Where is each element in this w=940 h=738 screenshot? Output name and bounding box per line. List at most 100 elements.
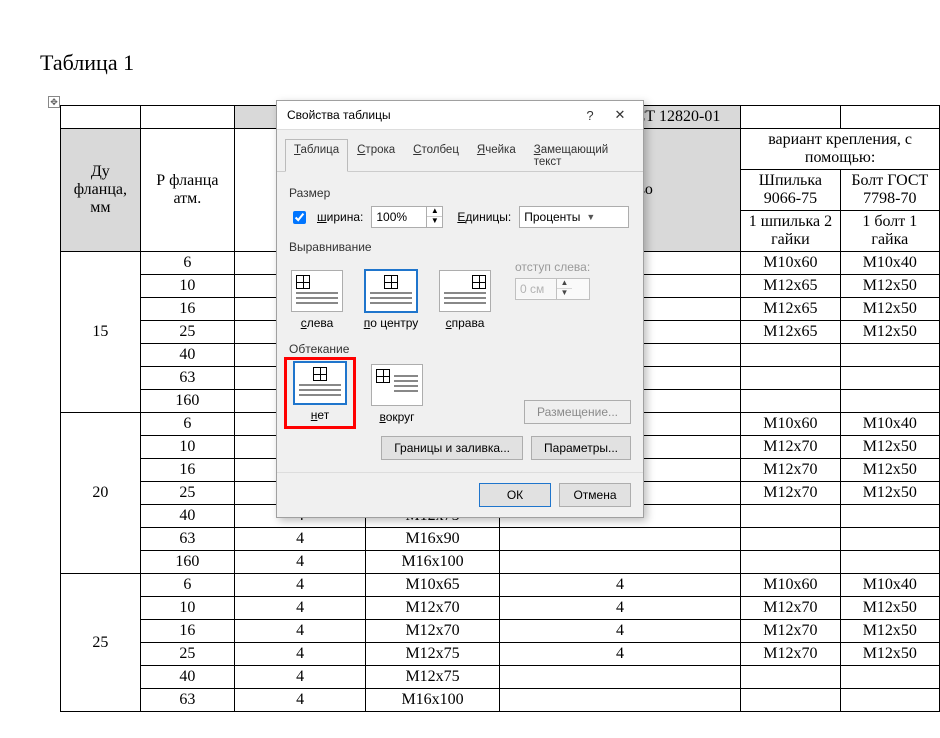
align-center-label: по центру — [364, 316, 419, 330]
data-cell: М12х65 — [741, 275, 840, 298]
units-value: Проценты — [524, 210, 580, 224]
data-cell — [741, 666, 840, 689]
du-cell: 20 — [61, 413, 141, 574]
borders-shading-button[interactable]: Границы и заливка... — [381, 436, 523, 460]
table-properties-dialog: Свойства таблицы ? ✕ Таблица Строка Стол… — [276, 100, 644, 518]
data-cell: 4 — [235, 620, 366, 643]
data-cell — [840, 390, 939, 413]
du-cell: 15 — [61, 252, 141, 413]
align-left-option[interactable] — [291, 270, 343, 312]
data-cell: 10 — [140, 275, 234, 298]
data-cell: 6 — [140, 574, 234, 597]
data-cell: 160 — [140, 390, 234, 413]
data-cell — [499, 551, 740, 574]
spin-down-icon[interactable]: ▼ — [427, 217, 442, 227]
data-cell: 4 — [499, 620, 740, 643]
tab-column[interactable]: Столбец — [404, 139, 468, 172]
dialog-titlebar[interactable]: Свойства таблицы ? ✕ — [277, 101, 643, 130]
chevron-down-icon: ▼ — [586, 212, 624, 222]
data-cell: М12х75 — [366, 666, 500, 689]
data-cell: 6 — [140, 413, 234, 436]
data-cell: 4 — [235, 551, 366, 574]
placement-button: Размещение... — [524, 400, 631, 424]
data-cell: 25 — [140, 482, 234, 505]
data-cell: М12х70 — [741, 620, 840, 643]
data-cell: М12х50 — [840, 597, 939, 620]
data-cell — [840, 344, 939, 367]
data-cell: 63 — [140, 528, 234, 551]
data-cell: М12х70 — [366, 597, 500, 620]
wrap-around-option[interactable] — [371, 364, 423, 406]
tab-cell[interactable]: Ячейка — [468, 139, 525, 172]
wrap-around-label: вокруг — [379, 410, 414, 424]
data-cell: М16х90 — [366, 528, 500, 551]
tab-alt-text[interactable]: Замещающий текст — [525, 139, 635, 172]
data-cell: 10 — [140, 436, 234, 459]
align-right-label: справа — [446, 316, 485, 330]
data-cell — [840, 666, 939, 689]
data-cell: 16 — [140, 298, 234, 321]
align-group-label: Выравнивание — [289, 240, 631, 254]
indent-label: отступ слева: — [515, 260, 590, 274]
data-cell: М12х70 — [741, 482, 840, 505]
align-left-label: слева — [301, 316, 334, 330]
data-cell: М12х70 — [741, 459, 840, 482]
data-cell: 40 — [140, 505, 234, 528]
data-cell: 16 — [140, 459, 234, 482]
data-cell — [840, 551, 939, 574]
data-cell: М12х50 — [840, 620, 939, 643]
hdr-p: Р фланца атм. — [140, 129, 234, 252]
indent-spinner: ▲▼ — [515, 278, 590, 300]
table-anchor-icon[interactable]: ✥ — [48, 96, 60, 108]
align-center-option[interactable] — [365, 270, 417, 312]
data-cell: 4 — [235, 597, 366, 620]
data-cell: М16х100 — [366, 551, 500, 574]
width-input[interactable] — [372, 208, 426, 226]
close-button[interactable]: ✕ — [605, 107, 635, 123]
ok-button[interactable]: ОК — [479, 483, 551, 507]
cancel-button[interactable]: Отмена — [559, 483, 631, 507]
tab-table[interactable]: Таблица — [285, 139, 348, 172]
hdr-du: Ду фланца, мм — [61, 129, 141, 252]
data-cell: 63 — [140, 689, 234, 712]
size-group-label: Размер — [289, 186, 631, 200]
data-cell: М10х60 — [741, 574, 840, 597]
data-cell: М10х60 — [741, 413, 840, 436]
align-right-option[interactable] — [439, 270, 491, 312]
help-button[interactable]: ? — [575, 108, 605, 123]
data-cell: 63 — [140, 367, 234, 390]
table-caption: Таблица 1 — [40, 50, 134, 76]
options-button[interactable]: Параметры... — [531, 436, 631, 460]
tab-row[interactable]: Строка — [348, 139, 404, 172]
width-label: ширина: — [317, 210, 363, 224]
data-cell: 4 — [235, 528, 366, 551]
data-cell: 16 — [140, 620, 234, 643]
data-cell — [840, 505, 939, 528]
data-cell: М12х50 — [840, 459, 939, 482]
data-cell — [499, 528, 740, 551]
width-checkbox[interactable] — [293, 211, 306, 224]
wrap-none-option[interactable] — [294, 362, 346, 404]
spin-down-icon: ▼ — [557, 289, 572, 299]
data-cell: 4 — [235, 574, 366, 597]
data-cell — [741, 551, 840, 574]
data-cell: 4 — [499, 574, 740, 597]
du-cell: 25 — [61, 574, 141, 712]
data-cell — [741, 689, 840, 712]
data-cell — [741, 390, 840, 413]
data-cell: М12х65 — [741, 321, 840, 344]
data-cell: 40 — [140, 666, 234, 689]
hdr-bolt2: 1 болт 1 гайка — [840, 211, 939, 252]
data-cell — [840, 367, 939, 390]
data-cell: М12х50 — [840, 298, 939, 321]
data-cell — [840, 528, 939, 551]
data-cell — [840, 689, 939, 712]
data-cell: М10х40 — [840, 252, 939, 275]
data-cell: 25 — [140, 643, 234, 666]
data-cell — [499, 666, 740, 689]
units-select[interactable]: Проценты ▼ — [519, 206, 629, 228]
data-cell: 4 — [235, 666, 366, 689]
data-cell: М12х50 — [840, 643, 939, 666]
width-spinner[interactable]: ▲▼ — [371, 206, 443, 228]
data-cell: М12х70 — [366, 620, 500, 643]
